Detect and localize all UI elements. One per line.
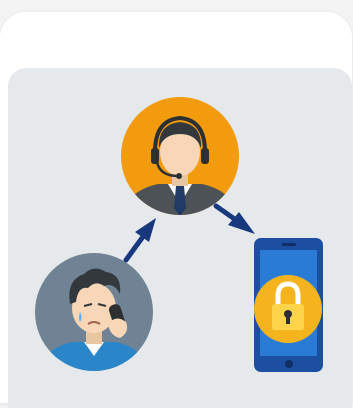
arrow-agent-to-phone-icon — [213, 203, 255, 234]
support-flow-illustration — [35, 97, 323, 372]
arrow-caller-to-agent-icon — [123, 218, 156, 263]
illustration-panel — [8, 68, 352, 408]
worried-caller-icon — [35, 253, 153, 371]
support-agent-icon — [121, 97, 239, 215]
locked-smartphone-icon — [254, 238, 323, 372]
